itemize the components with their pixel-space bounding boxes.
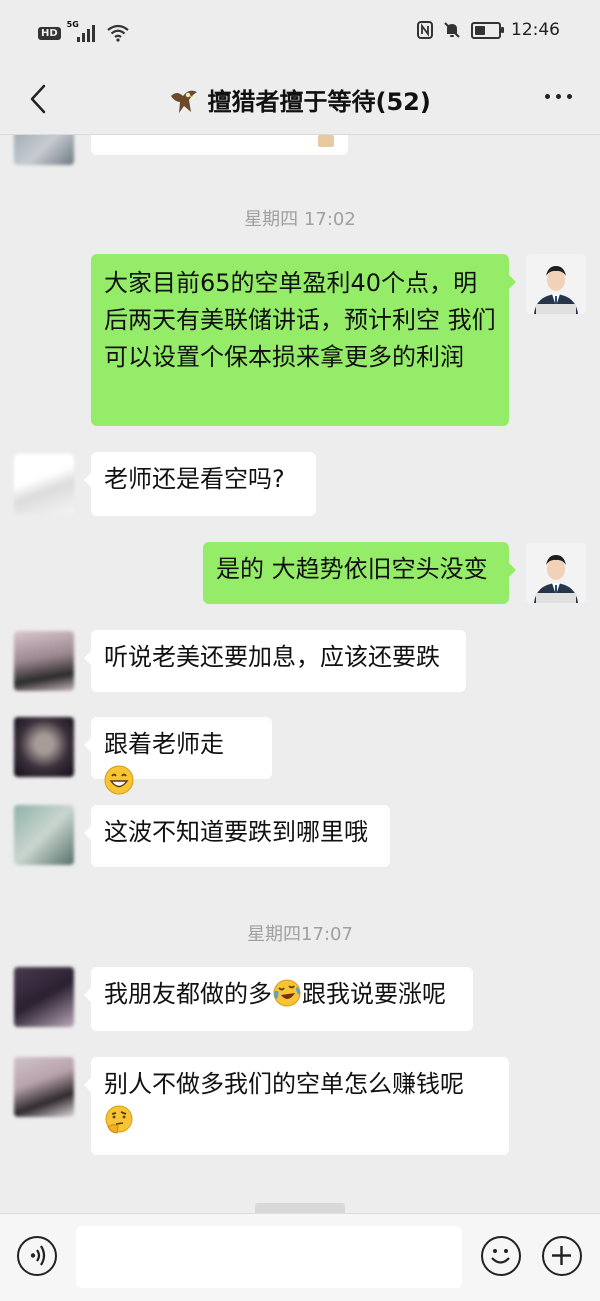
- timestamp: 星期四 17:02: [244, 209, 356, 230]
- teacher-avatar-image: [526, 543, 586, 603]
- message-text-b: 跟我说要涨呢: [302, 980, 446, 1008]
- message-text-a: 我朋友都做的多: [104, 980, 272, 1008]
- grinning-emoji: [104, 765, 134, 795]
- smiley-icon[interactable]: [481, 1236, 521, 1276]
- avatar[interactable]: [14, 454, 74, 514]
- avatar[interactable]: [14, 967, 74, 1027]
- voice-icon[interactable]: [17, 1236, 57, 1276]
- message-bubble-out[interactable]: 大家目前65的空单盈利40个点，明后两天有美联储讲话，预计利空 我们可以设置个保…: [91, 254, 516, 426]
- avatar[interactable]: [14, 717, 74, 777]
- sticker-fragment: [318, 135, 334, 147]
- crying-laughing-emoji: [273, 979, 301, 1007]
- status-bar: HD 5G 12:46: [0, 0, 600, 64]
- message-text: 大家目前65的空单盈利40个点，明后两天有美联储讲话，预计利空 我们可以设置个保…: [104, 269, 496, 371]
- nfc-icon: [417, 21, 433, 39]
- teacher-avatar[interactable]: [526, 543, 586, 603]
- message-input[interactable]: [76, 1226, 462, 1288]
- message-bubble[interactable]: 我朋友都做的多 跟我说要涨呢: [84, 967, 473, 1031]
- chat-title: 擅猎者擅于等待(52): [0, 82, 600, 117]
- hd-badge: HD: [38, 26, 61, 40]
- plus-icon[interactable]: [542, 1236, 582, 1276]
- timestamp: 星期四17:07: [247, 924, 353, 945]
- teacher-avatar[interactable]: [526, 254, 586, 314]
- wifi-icon: [106, 24, 129, 42]
- message-text: 跟着老师走: [104, 730, 224, 758]
- mute-icon: [444, 22, 460, 38]
- avatar[interactable]: [14, 805, 74, 865]
- timestamp-partial: [0, 1203, 600, 1213]
- message-bubble[interactable]: 跟着老师走: [84, 717, 272, 795]
- message-text: 老师还是看空吗?: [104, 465, 285, 493]
- message-text: 别人不做多我们的空单怎么赚钱呢: [104, 1070, 464, 1098]
- status-time: 12:46: [511, 20, 560, 40]
- message-bubble[interactable]: 别人不做多我们的空单怎么赚钱呢: [84, 1057, 509, 1155]
- eagle-icon: [171, 90, 198, 113]
- more-dots-icon[interactable]: [545, 94, 572, 99]
- avatar[interactable]: [14, 1057, 74, 1117]
- avatar[interactable]: [14, 631, 74, 691]
- battery-icon: [471, 21, 504, 39]
- message-bubble[interactable]: 听说老美还要加息，应该还要跌: [84, 630, 466, 692]
- title-bar: 擅猎者擅于等待(52): [0, 64, 600, 135]
- message-bubble-out[interactable]: 是的 大趋势依旧空头没变: [203, 542, 516, 604]
- status-left: HD 5G: [38, 20, 129, 44]
- status-right: 12:46: [417, 20, 560, 40]
- message-bubble[interactable]: [91, 135, 348, 155]
- teacher-avatar-image: [526, 254, 586, 314]
- chat-area[interactable]: 星期四 17:02 大家目前65的空单盈利40个点，明后两天有美联储讲话，预计利…: [0, 135, 600, 1213]
- message-text: 这波不知道要跌到哪里哦: [104, 818, 368, 846]
- message-text: 听说老美还要加息，应该还要跌: [104, 643, 440, 671]
- message-text: 是的 大趋势依旧空头没变: [216, 555, 488, 583]
- message-bubble[interactable]: 这波不知道要跌到哪里哦: [84, 805, 390, 867]
- chat-title-text: 擅猎者擅于等待(52): [207, 88, 431, 116]
- input-bar: [0, 1213, 600, 1301]
- message-bubble[interactable]: 老师还是看空吗?: [84, 452, 316, 516]
- avatar[interactable]: [14, 135, 74, 165]
- signal-icon: 5G: [67, 20, 101, 44]
- thinking-emoji: [105, 1105, 133, 1134]
